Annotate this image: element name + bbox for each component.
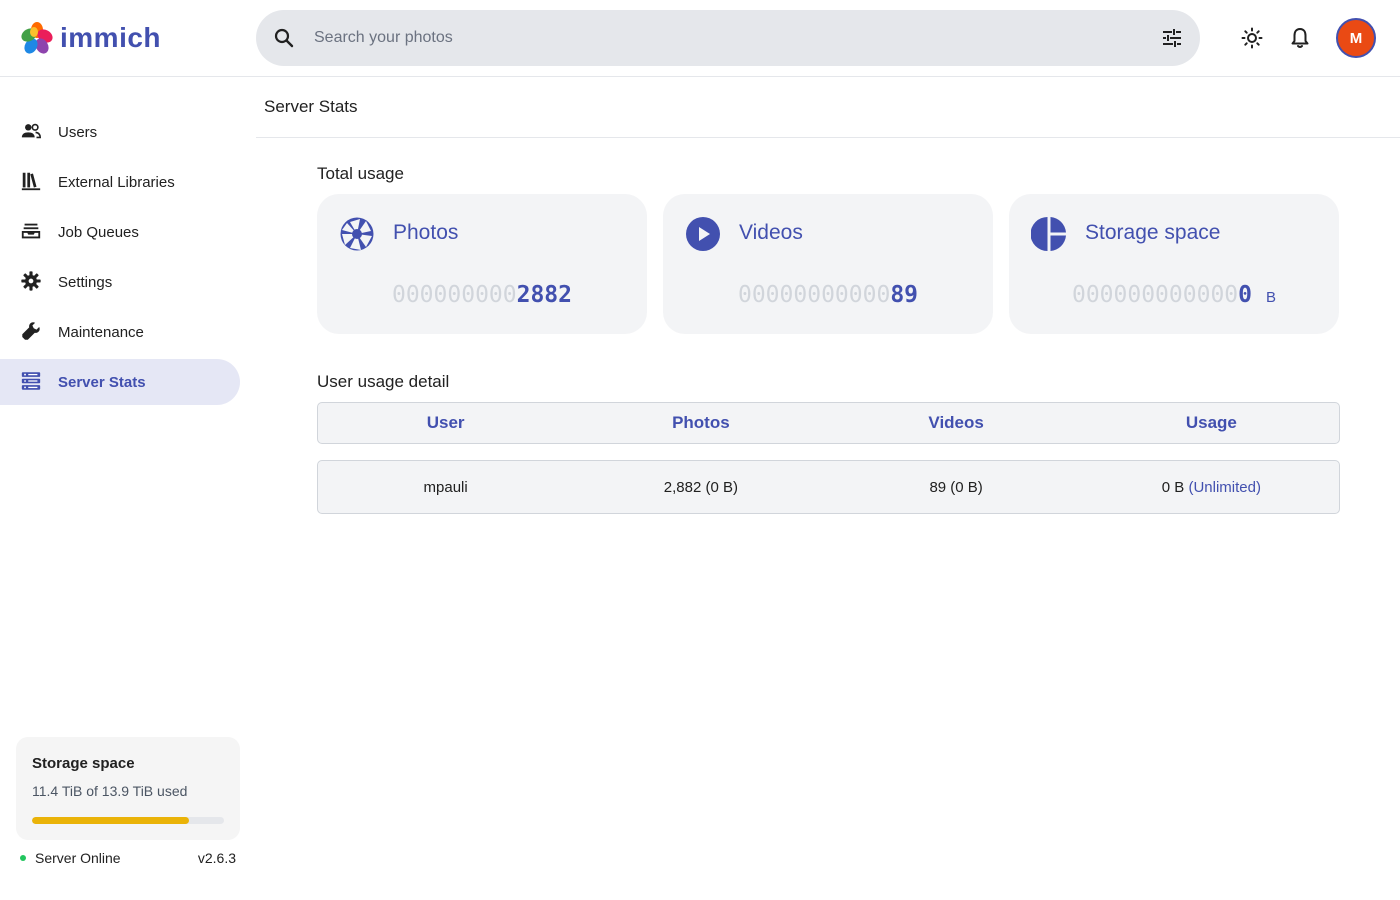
sidebar-item-settings[interactable]: Settings	[0, 259, 240, 305]
storage-summary-card: Storage space 11.4 TiB of 13.9 TiB used	[16, 737, 240, 840]
users-icon	[21, 123, 41, 139]
videos-stat-pad: 00000000000	[737, 282, 891, 308]
user-usage-title: User usage detail	[317, 372, 450, 391]
table-row: mpauli 2,882 (0 B) 89 (0 B) 0 B (Unlimit…	[317, 460, 1340, 514]
server-status-text: Server Online	[35, 850, 121, 866]
server-version[interactable]: v2.6.3	[198, 850, 236, 866]
cell-photos: 2,882 (0 B)	[663, 478, 738, 496]
videos-stat-value: 0000000000089	[663, 282, 993, 308]
videos-stat-card: Videos 0000000000089	[663, 194, 993, 334]
storage-stat-label: Storage space	[1085, 221, 1221, 244]
search-input[interactable]	[314, 10, 1134, 66]
bell-icon[interactable]	[1288, 26, 1312, 50]
photos-stat-number: 2882	[516, 282, 572, 308]
photos-stat-value: 0000000002882	[317, 282, 647, 308]
sidebar-item-external-libraries[interactable]: External Libraries	[0, 159, 240, 205]
server-icon	[21, 372, 41, 390]
page-title: Server Stats	[264, 97, 358, 116]
usage-limit: (Unlimited)	[1188, 478, 1261, 496]
cell-usage: 0 B (Unlimited)	[1084, 479, 1339, 496]
search-bar	[256, 10, 1200, 66]
chart-pie-icon	[1031, 217, 1066, 251]
storage-stat-pad: 000000000000	[1071, 282, 1239, 308]
column-header-usage: Usage	[1185, 413, 1237, 432]
storage-title: Storage space	[32, 755, 135, 772]
videos-stat-label: Videos	[739, 221, 803, 244]
storage-stat-number: 0	[1238, 282, 1252, 308]
status-dot-icon	[20, 855, 26, 861]
column-header-videos: Videos	[928, 413, 984, 432]
storage-stat-card: Storage space 0000000000000 B	[1009, 194, 1339, 334]
play-circle-icon	[686, 217, 720, 251]
sidebar-item-label: Job Queues	[58, 223, 139, 241]
storage-stat-unit: B	[1266, 289, 1277, 306]
cell-videos: 89 (0 B)	[929, 478, 983, 496]
sidebar-item-label: Settings	[58, 273, 113, 291]
immich-flower-icon	[21, 22, 53, 54]
server-status: Server Online v2.6.3	[20, 849, 236, 869]
tray-stack-icon	[21, 223, 41, 239]
app-name: immich	[60, 22, 162, 53]
column-header-user: User	[426, 413, 465, 432]
immich-logo[interactable]: immich	[20, 20, 161, 56]
sidebar-item-label: Server Stats	[58, 373, 146, 391]
sidebar-item-label: Maintenance	[58, 323, 144, 341]
storage-progress-fill	[32, 817, 190, 824]
top-bar: immich M	[0, 0, 1400, 77]
photos-stat-pad: 000000000	[391, 282, 517, 308]
sidebar-item-maintenance[interactable]: Maintenance	[0, 309, 240, 355]
videos-stat-number: 89	[890, 282, 919, 308]
cell-user: mpauli	[423, 478, 468, 496]
sidebar-item-server-stats[interactable]: Server Stats	[0, 359, 240, 405]
photos-stat-label: Photos	[393, 221, 459, 244]
column-header-photos: Photos	[672, 413, 730, 432]
storage-progress-bar	[32, 817, 224, 824]
search-icon[interactable]	[272, 26, 296, 50]
sidebar-item-users[interactable]: Users	[0, 109, 240, 155]
gear-icon	[21, 271, 41, 291]
usage-table-header: User Photos Videos Usage	[317, 402, 1340, 444]
wrench-icon	[22, 322, 40, 340]
search-filter-icon[interactable]	[1160, 26, 1184, 50]
sidebar-item-label: External Libraries	[58, 173, 175, 191]
library-shelves-icon	[21, 172, 41, 191]
sidebar-item-label: Users	[58, 123, 98, 141]
user-avatar[interactable]: M	[1336, 18, 1376, 58]
photos-stat-card: Photos 0000000002882	[317, 194, 647, 334]
sidebar: Users External Libraries Job Queues Sett…	[0, 77, 256, 900]
theme-toggle-icon[interactable]	[1240, 26, 1264, 50]
usage-amount: 0 B	[1161, 478, 1185, 496]
storage-stat-value: 0000000000000 B	[1009, 282, 1339, 308]
camera-iris-icon	[340, 217, 374, 251]
total-usage-title: Total usage	[317, 164, 404, 183]
storage-used-text: 11.4 TiB of 13.9 TiB used	[32, 783, 188, 799]
title-divider	[256, 137, 1400, 138]
sidebar-item-job-queues[interactable]: Job Queues	[0, 209, 240, 255]
